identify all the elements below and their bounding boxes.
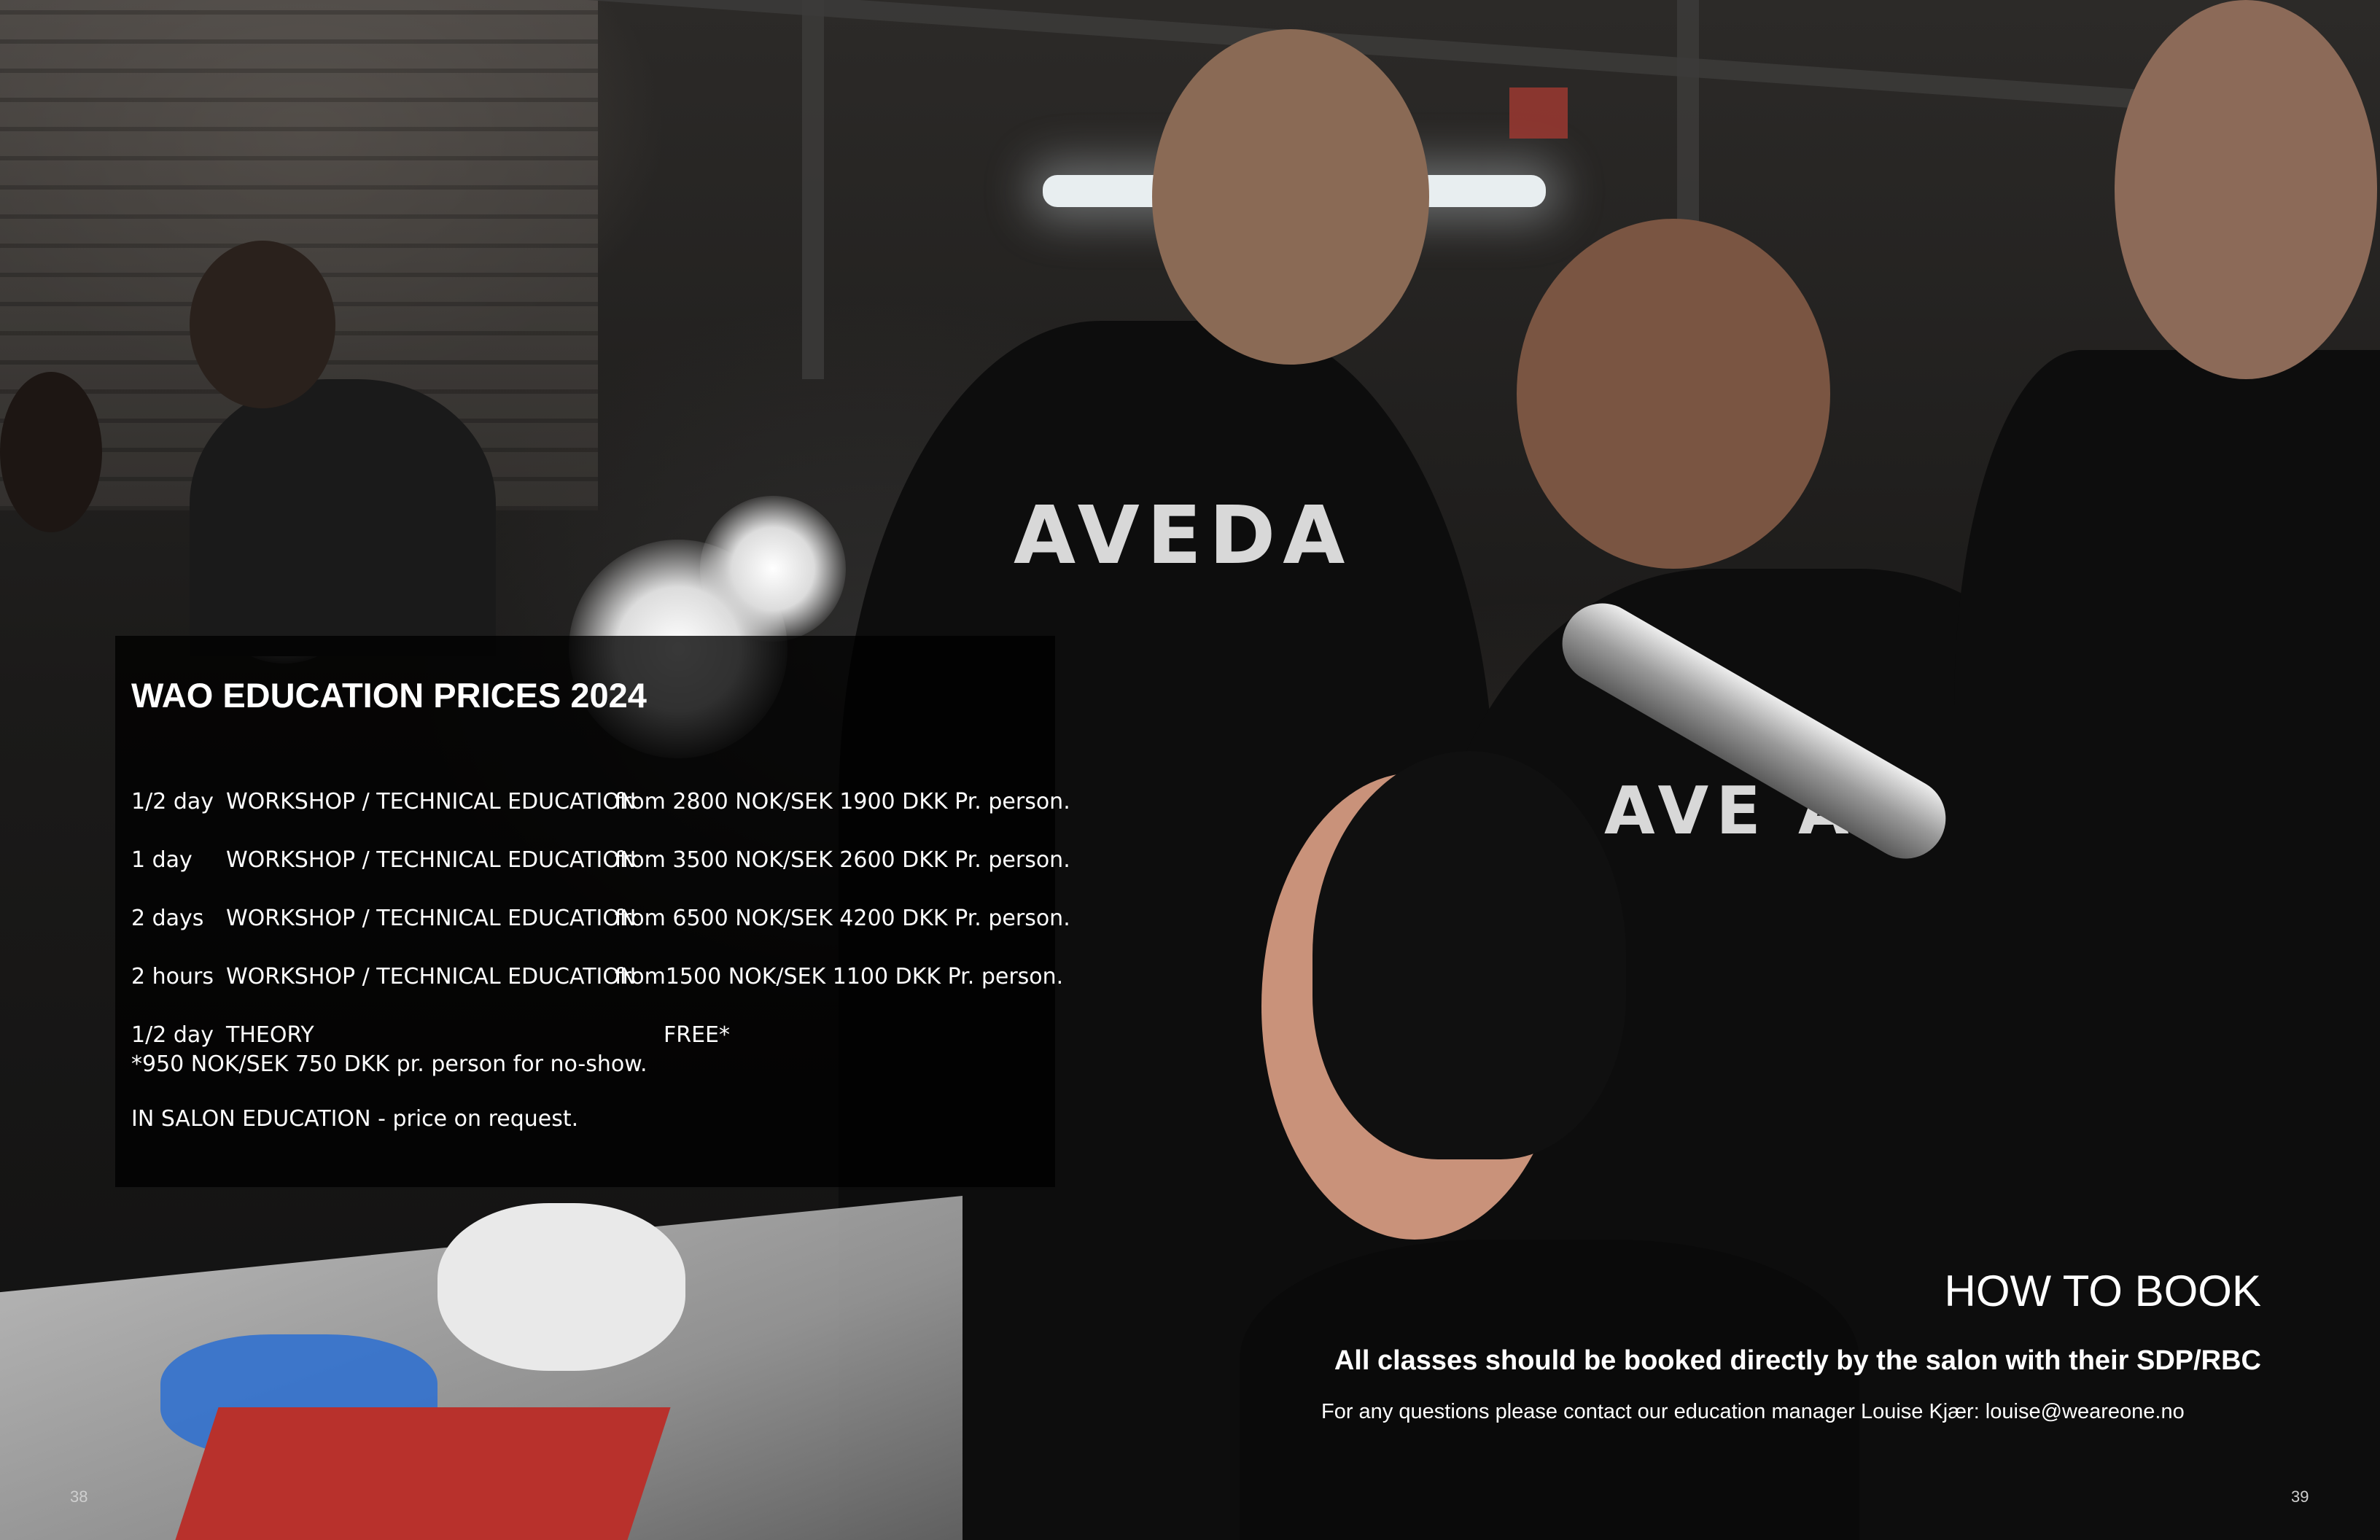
price-panel: WAO EDUCATION PRICES 2024 1/2 day WORKSH… xyxy=(115,636,1070,1187)
panel-title: WAO EDUCATION PRICES 2024 xyxy=(131,676,647,715)
row-duration: 2 days xyxy=(131,906,204,931)
row-price: FREE* xyxy=(664,1022,731,1048)
stylist-left-head xyxy=(1152,29,1429,365)
shirt-logo: AVEDA xyxy=(1014,489,1353,582)
no-show-note: *950 NOK/SEK 750 DKK pr. person for no-s… xyxy=(131,1051,648,1077)
row-duration: 1/2 day xyxy=(131,789,214,814)
row-price: from 3500 NOK/SEK 2600 DKK Pr. person. xyxy=(615,847,1070,873)
booking-contact: For any questions please contact our edu… xyxy=(1321,1400,2185,1423)
row-course: WORKSHOP / TECHNICAL EDUCATION xyxy=(226,789,637,814)
in-salon-note: IN SALON EDUCATION - price on request. xyxy=(131,1106,579,1132)
row-price: from1500 NOK/SEK 1100 DKK Pr. person. xyxy=(615,964,1064,989)
red-cloth xyxy=(175,1407,671,1540)
row-course: THEORY xyxy=(226,1022,314,1048)
page-number-left: 38 xyxy=(70,1488,88,1506)
mirror-light xyxy=(700,496,846,642)
how-to-book-title: HOW TO BOOK xyxy=(1944,1267,2261,1315)
stylist-right-head xyxy=(2115,0,2377,379)
row-price: from 2800 NOK/SEK 1900 DKK Pr. person. xyxy=(615,789,1070,814)
background-person xyxy=(190,379,496,656)
booking-lead: All classes should be booked directly by… xyxy=(1334,1345,2261,1376)
row-duration: 2 hours xyxy=(131,964,214,989)
background-head xyxy=(190,241,335,408)
page-number-right: 39 xyxy=(2291,1488,2309,1506)
model-cape xyxy=(1240,1240,1859,1540)
model-hair xyxy=(1312,751,1626,1159)
stylist-center-head xyxy=(1517,219,1830,569)
row-duration: 1/2 day xyxy=(131,1022,214,1048)
exit-sign xyxy=(1509,88,1568,139)
row-duration: 1 day xyxy=(131,847,192,873)
row-course: WORKSHOP / TECHNICAL EDUCATION xyxy=(226,847,637,873)
row-course: WORKSHOP / TECHNICAL EDUCATION xyxy=(226,964,637,989)
row-price: from 6500 NOK/SEK 4200 DKK Pr. person. xyxy=(615,906,1070,931)
background-head xyxy=(0,372,102,532)
white-towel xyxy=(438,1203,685,1371)
row-course: WORKSHOP / TECHNICAL EDUCATION xyxy=(226,906,637,931)
ceiling-beam xyxy=(802,0,824,379)
